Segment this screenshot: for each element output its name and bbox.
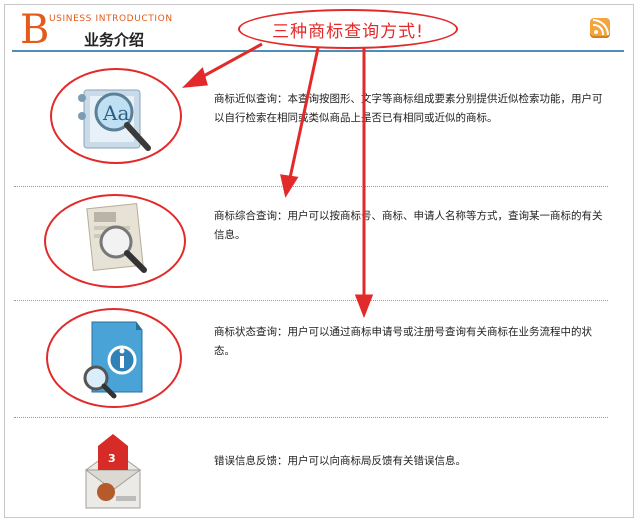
icon-highlight-ellipse xyxy=(50,68,182,164)
icon-highlight-ellipse xyxy=(44,194,186,288)
badge-count: 3 xyxy=(108,452,116,465)
page-title: 业务介绍 xyxy=(84,31,145,49)
brand-subtitle: USINESS INTRODUCTION xyxy=(49,14,173,24)
brand-letter: B xyxy=(20,7,50,53)
service-description: 错误信息反馈：用户可以向商标局反馈有关错误信息。 xyxy=(214,455,466,467)
mail-badge-icon[interactable]: 3 xyxy=(78,432,148,512)
service-description: 商标综合查询：用户可以按商标号、商标、申请人名称等方式，查询某一商标的有关信息。 xyxy=(214,210,603,241)
service-description: 商标近似查询：本查询按图形、文字等商标组成要素分别提供近似检索功能，用户可以自行… xyxy=(214,93,603,124)
service-description: 商标状态查询：用户可以通过商标申请号或注册号查询有关商标在业务流程中的状态。 xyxy=(214,326,592,357)
annotation-callout: 三种商标查询方式! xyxy=(238,9,458,49)
section-divider xyxy=(14,417,608,418)
section-divider xyxy=(14,300,608,301)
icon-highlight-ellipse xyxy=(46,308,182,408)
rss-icon[interactable] xyxy=(590,18,610,38)
section-divider xyxy=(14,186,608,187)
header-divider xyxy=(12,50,624,52)
